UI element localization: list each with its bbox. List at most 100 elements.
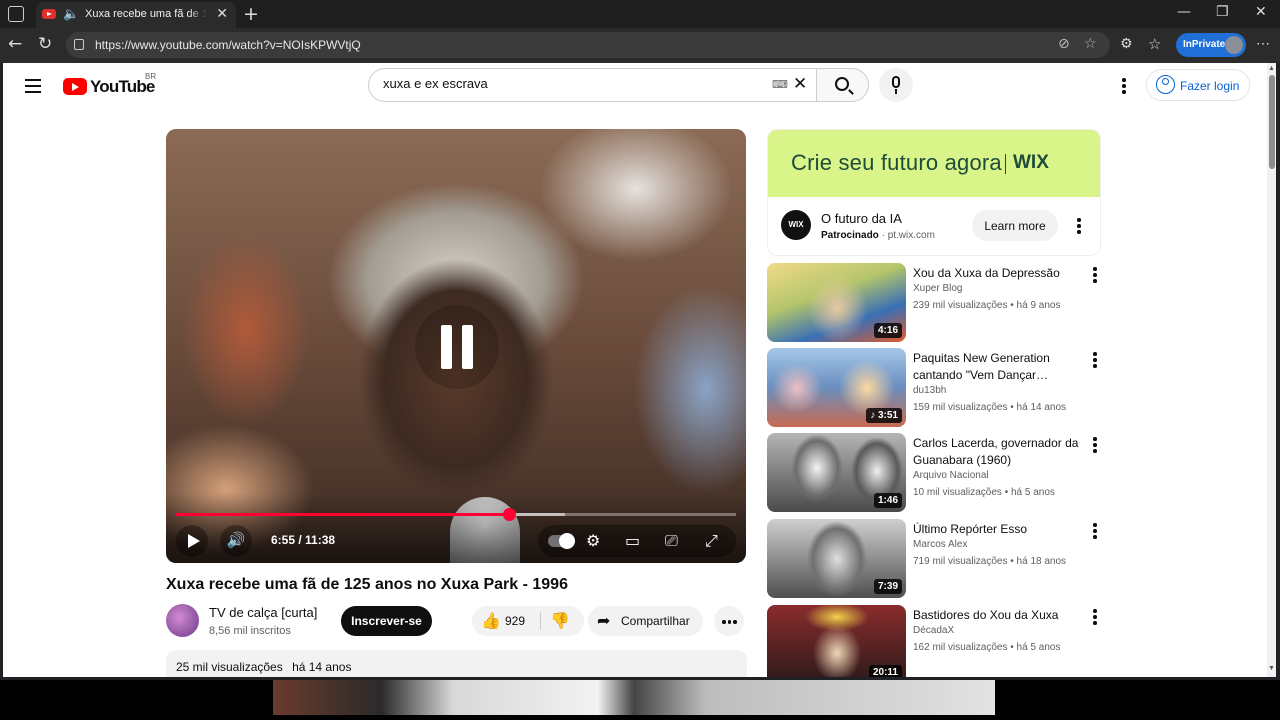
speaker-icon[interactable]: 🔈	[63, 7, 79, 22]
recommendation-channel[interactable]: Xuper Blog	[913, 283, 962, 294]
recommendation-title[interactable]: Último Repórter Esso	[913, 521, 1083, 538]
recommendation-channel[interactable]: Arquivo Nacional	[913, 470, 989, 481]
video-thumbnail[interactable]: 20:11	[767, 605, 906, 677]
maximize-icon[interactable]: ❐	[1216, 4, 1229, 20]
search-input[interactable]	[383, 76, 753, 91]
recommendation-title[interactable]: Carlos Lacerda, governador da Guanabara …	[913, 435, 1083, 469]
fullscreen-icon[interactable]: ⤢	[705, 531, 718, 551]
recommendation-title[interactable]: Bastidores do Xou da Xuxa	[913, 607, 1083, 624]
signin-button[interactable]: Fazer login	[1146, 69, 1250, 101]
settings-gear-icon[interactable]: ⚙	[586, 531, 600, 550]
channel-avatar[interactable]	[166, 604, 199, 637]
autoplay-toggle[interactable]	[548, 533, 575, 549]
ad-banner[interactable]: Crie seu futuro agora WIX	[768, 130, 1100, 197]
back-icon[interactable]: ←	[8, 34, 22, 54]
page-scrollbar[interactable]: ▲ ▼	[1267, 63, 1276, 677]
advertiser-logo[interactable]: WIX	[781, 210, 811, 240]
inprivate-label: InPrivate	[1183, 39, 1226, 50]
upload-age: há 14 anos	[292, 660, 352, 674]
tab-active[interactable]: 🔈 Xuxa recebe uma fã de 125 anos no Xuxa…	[36, 2, 236, 28]
tracking-prevention-icon[interactable]: ⊘	[1058, 36, 1070, 52]
inprivate-badge[interactable]: InPrivate	[1176, 33, 1246, 57]
recommendation-menu-icon[interactable]	[1093, 267, 1097, 285]
favorite-star-icon[interactable]: ☆	[1084, 36, 1097, 52]
browser-menu-icon[interactable]: ⋯	[1256, 35, 1270, 52]
video-player[interactable]: 🔊 6:55 / 11:38 ⚙ ▭ ⎚ ⤢	[166, 129, 746, 563]
new-tab-button[interactable]: +	[243, 3, 259, 25]
tab-strip: 🔈 Xuxa recebe uma fã de 125 anos no Xuxa…	[0, 0, 1280, 28]
recommendation-menu-icon[interactable]	[1093, 352, 1097, 370]
address-bar[interactable]: https://www.youtube.com/watch?v=NOIsKPWV…	[66, 32, 1110, 58]
video-thumbnail[interactable]: 4:16	[767, 263, 906, 342]
search-icon	[835, 77, 849, 91]
sponsored-ad[interactable]: Crie seu futuro agora WIX WIX O futuro d…	[767, 129, 1101, 256]
ad-banner-text: Crie seu futuro agora	[791, 150, 1002, 175]
ad-banner-brand: WIX	[1013, 152, 1049, 173]
window-close-icon[interactable]: ✕	[1255, 4, 1267, 20]
cast-icon[interactable]: ⎚	[665, 531, 678, 551]
minimize-icon[interactable]: —	[1177, 4, 1191, 20]
dislike-icon[interactable]: 👎	[550, 611, 570, 630]
learn-more-button[interactable]: Learn more	[972, 210, 1058, 241]
recommendation-item[interactable]: 20:11 Bastidores do Xou da Xuxa DécadaX …	[767, 605, 1107, 677]
refresh-icon[interactable]: ↻	[38, 34, 52, 54]
hamburger-menu-icon[interactable]	[25, 79, 41, 97]
recommendation-item[interactable]: 4:16 Xou da Xuxa da Depressão Xuper Blog…	[767, 263, 1107, 343]
ad-domain: pt.wix.com	[887, 230, 935, 241]
close-tab-icon[interactable]: ✕	[216, 6, 228, 22]
like-count[interactable]: 929	[505, 614, 525, 628]
ad-menu-icon[interactable]	[1077, 218, 1081, 236]
progress-bar[interactable]	[176, 508, 736, 521]
like-dislike-group: 👍 929 👎	[472, 606, 584, 636]
video-thumbnail[interactable]: ♪ 3:51	[767, 348, 906, 427]
voice-search-button[interactable]	[879, 68, 913, 102]
video-thumbnail[interactable]: 7:39	[767, 519, 906, 598]
recommendation-title[interactable]: Xou da Xuxa da Depressão	[913, 265, 1083, 282]
video-thumbnail[interactable]: 1:46	[767, 433, 906, 512]
recommendation-item[interactable]: 1:46 Carlos Lacerda, governador da Guana…	[767, 433, 1107, 513]
tab-actions-icon[interactable]	[8, 6, 24, 22]
clear-search-icon[interactable]: ✕	[793, 74, 807, 94]
youtube-play-icon	[63, 78, 87, 95]
video-title: Xuxa recebe uma fã de 125 anos no Xuxa P…	[166, 576, 568, 593]
duration-badge: 20:11	[868, 665, 902, 677]
recommendation-menu-icon[interactable]	[1093, 609, 1097, 627]
volume-button[interactable]: 🔊	[220, 525, 252, 557]
scroll-down-icon[interactable]: ▼	[1268, 665, 1275, 672]
view-count: 25 mil visualizações	[176, 660, 283, 674]
lock-icon[interactable]	[74, 39, 84, 50]
theater-mode-icon[interactable]: ▭	[625, 531, 640, 550]
recommendation-meta: 162 mil visualizações • há 5 anos	[913, 642, 1061, 653]
recommendation-item[interactable]: ♪ 3:51 Paquitas New Generation cantando …	[767, 348, 1107, 428]
ad-headline[interactable]: O futuro da IA	[821, 211, 902, 226]
extensions-icon[interactable]: ⚙	[1120, 36, 1133, 52]
scroll-up-icon[interactable]: ▲	[1268, 65, 1275, 72]
favorites-icon[interactable]: ☆	[1148, 35, 1161, 53]
subscribe-button[interactable]: Inscrever-se	[341, 606, 432, 636]
description-box[interactable]: 25 mil visualizações há 14 anos	[166, 650, 747, 677]
like-icon[interactable]: 👍	[481, 611, 501, 630]
time-display: 6:55 / 11:38	[271, 533, 336, 547]
volume-icon: 🔊	[226, 531, 246, 549]
settings-menu-icon[interactable]	[1122, 78, 1126, 96]
play-button[interactable]	[176, 525, 208, 557]
share-button[interactable]: ➦ Compartilhar	[588, 606, 703, 636]
recommendation-channel[interactable]: DécadaX	[913, 625, 954, 636]
recommendation-channel[interactable]: Marcos Alex	[913, 539, 967, 550]
recommendation-meta: 239 mil visualizações • há 9 anos	[913, 300, 1061, 311]
recommendation-title[interactable]: Paquitas New Generation cantando "Vem Da…	[913, 350, 1083, 384]
search-button[interactable]	[816, 68, 869, 102]
recommendation-menu-icon[interactable]	[1093, 523, 1097, 541]
recommendation-channel[interactable]: du13bh	[913, 385, 946, 396]
scrollbar-thumb[interactable]	[1269, 75, 1275, 169]
share-label: Compartilhar	[621, 614, 690, 628]
youtube-favicon-icon	[42, 9, 56, 19]
more-actions-button[interactable]	[714, 606, 744, 636]
channel-name[interactable]: TV de calça [curta]	[209, 605, 317, 620]
pause-overlay-icon[interactable]	[415, 305, 499, 389]
recommendation-menu-icon[interactable]	[1093, 437, 1097, 455]
country-code: BR	[145, 72, 157, 81]
recommendation-item[interactable]: 7:39 Último Repórter Esso Marcos Alex 71…	[767, 519, 1107, 599]
keyboard-icon[interactable]: ⌨	[772, 78, 788, 91]
url-text: https://www.youtube.com/watch?v=NOIsKPWV…	[95, 38, 361, 52]
